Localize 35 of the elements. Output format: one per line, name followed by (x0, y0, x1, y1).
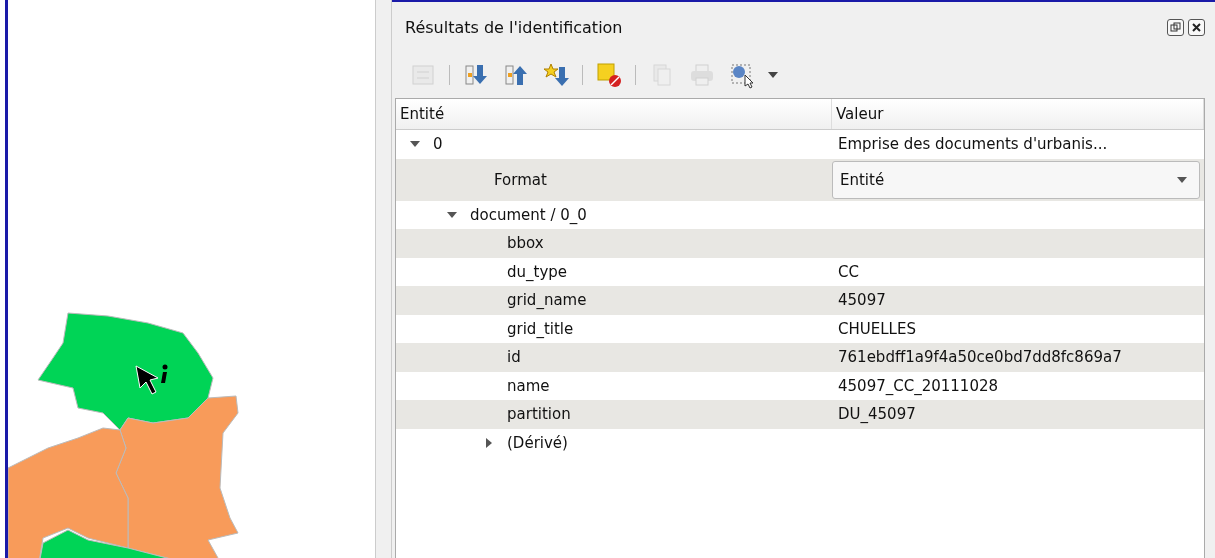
expand-arrow-icon[interactable] (484, 437, 494, 448)
format-dropdown[interactable]: Entité (832, 160, 1200, 199)
caret-icon (1177, 176, 1187, 183)
value-text: 761ebdff1a9f4a50ce0bd7dd8fc869a7 (837, 348, 1122, 367)
close-icon (1191, 21, 1202, 33)
entity-label: (Dérivé) (507, 433, 568, 452)
entity-label: du_type (507, 262, 568, 281)
info-cursor-button[interactable] (728, 61, 756, 89)
entity-label: grid_name (507, 291, 587, 310)
square-icon (595, 61, 623, 89)
value-text: CHUELLES (837, 319, 916, 338)
print-icon (688, 61, 716, 89)
entity-label: id (507, 348, 521, 367)
entity-label: grid_title (507, 319, 574, 338)
column-header[interactable]: Valeur (836, 105, 884, 123)
entity-label: 0 (433, 135, 443, 154)
value-text: CC (837, 262, 859, 281)
column-header[interactable]: Entité (400, 105, 445, 123)
entity-label: name (507, 376, 550, 395)
entity-label: Format (493, 170, 547, 189)
value-text: DU_45097 (837, 405, 916, 424)
value-text: Emprise des documents d'urbanis... (837, 135, 1108, 154)
float-icon (1170, 21, 1181, 33)
close-button[interactable] (1188, 18, 1205, 36)
entity-label: document / 0_0 (470, 205, 587, 224)
entity-label: partition (507, 405, 571, 424)
info-cursor-icon (728, 61, 756, 89)
square-button[interactable] (595, 61, 623, 89)
collapse-arrow-icon[interactable] (447, 209, 457, 220)
caret-icon[interactable] (768, 72, 778, 78)
panel-title: Résultats de l'identification (405, 17, 623, 37)
entity-label: bbox (507, 234, 544, 253)
value-text: 45097_CC_20111028 (837, 376, 998, 395)
value-text: 45097 (837, 291, 886, 310)
float-button[interactable] (1167, 18, 1184, 36)
